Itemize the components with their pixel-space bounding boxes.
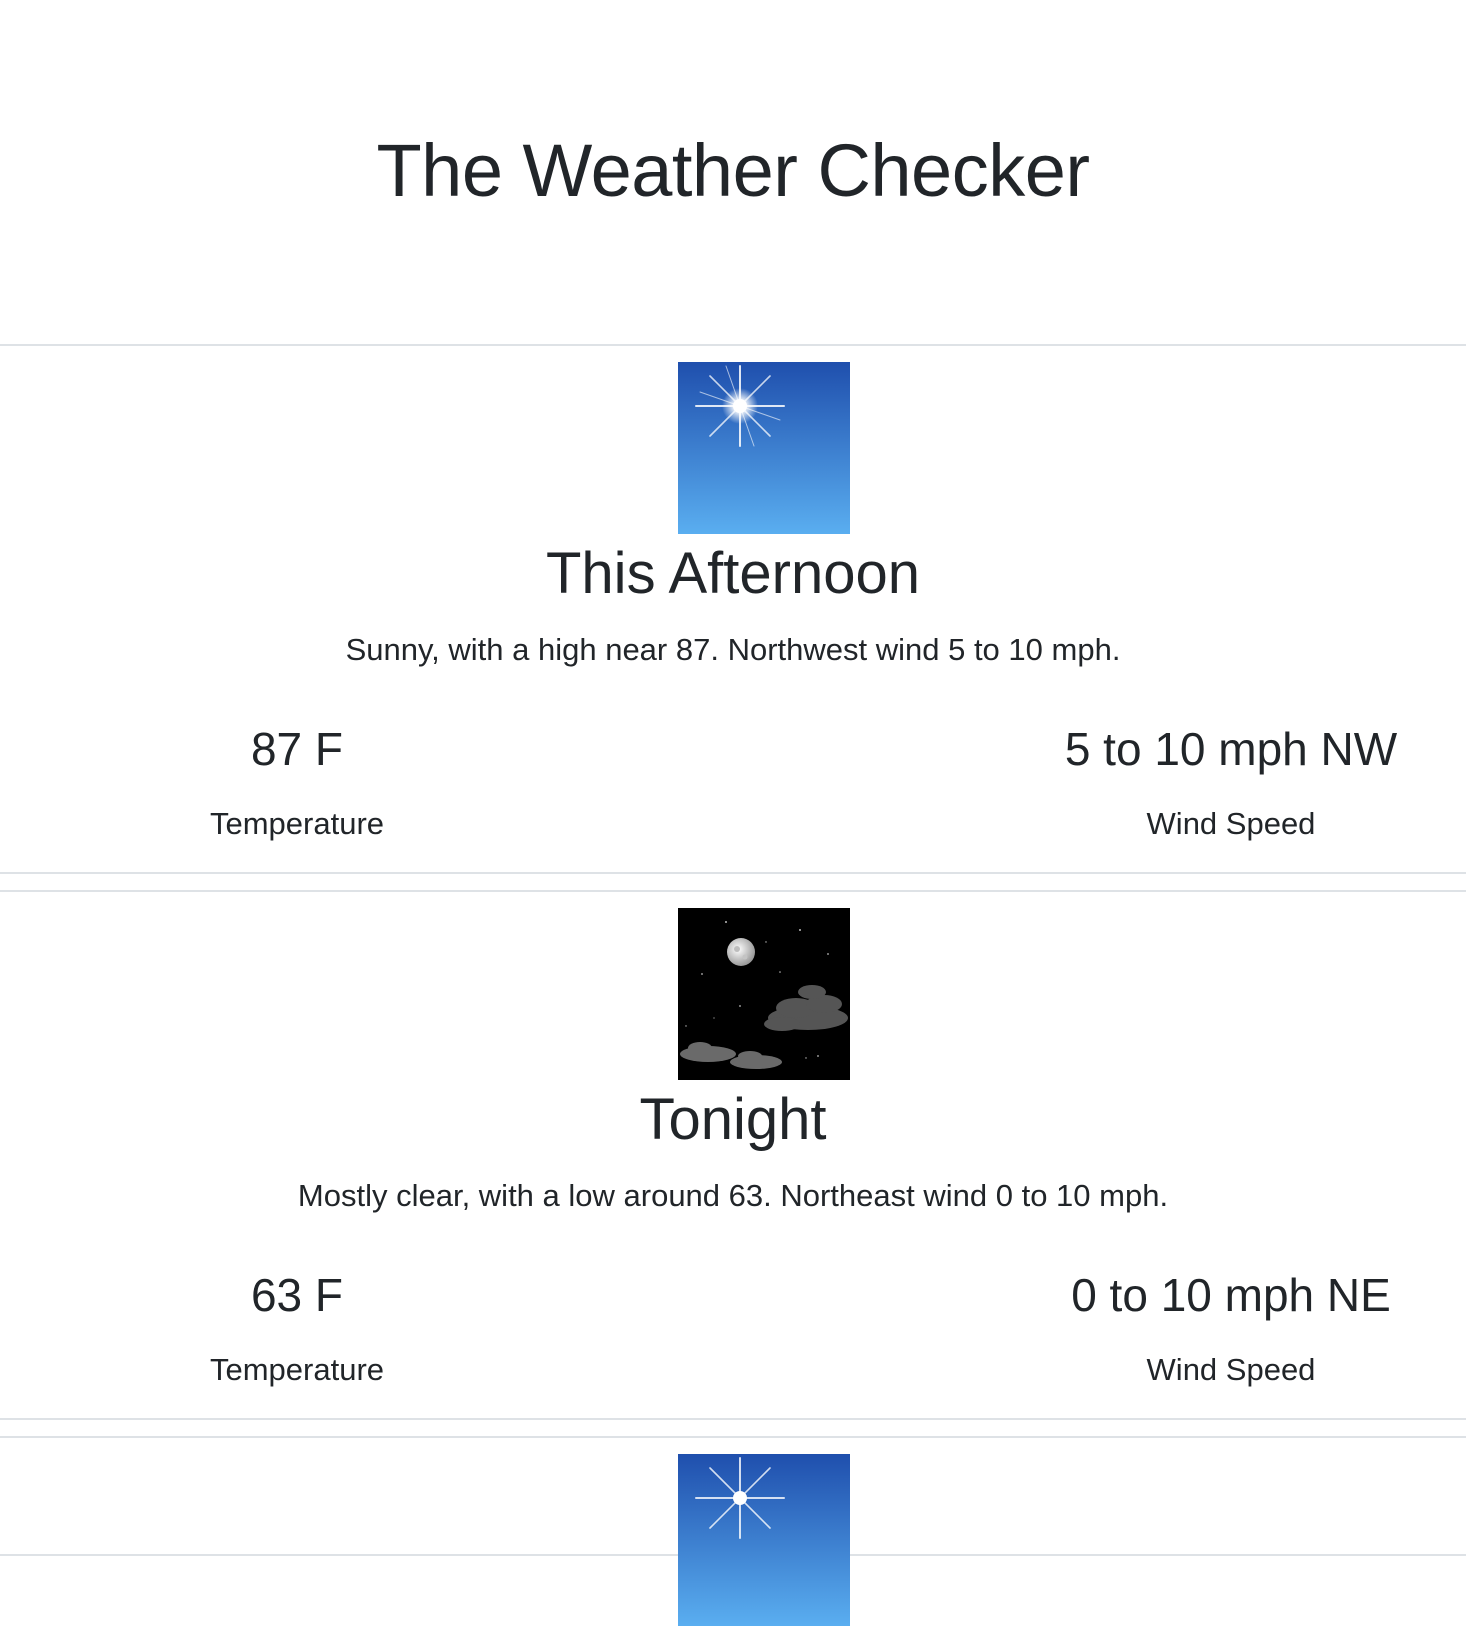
page-title: The Weather Checker (376, 129, 1090, 212)
forecast-card: Tonight Mostly clear, with a low around … (0, 890, 1466, 1420)
temperature-stat: 63 F Temperature (117, 1266, 477, 1390)
wind-stat: 5 to 10 mph NW Wind Speed (1016, 720, 1446, 844)
temperature-value: 63 F (250, 1269, 344, 1321)
wind-label: Wind Speed (1146, 1352, 1316, 1387)
wind-value: 5 to 10 mph NW (1064, 723, 1398, 775)
temperature-stat: 87 F Temperature (117, 720, 477, 844)
forecast-description: Mostly clear, with a low around 63. Nort… (297, 1178, 1169, 1213)
period-name: Tonight (639, 1087, 827, 1152)
wind-value: 0 to 10 mph NE (1071, 1269, 1391, 1321)
forecast-description: Sunny, with a high near 87. Northwest wi… (345, 632, 1121, 667)
clear-night-icon (678, 908, 850, 1080)
temperature-value: 87 F (250, 723, 344, 775)
sunny-day-icon (678, 362, 850, 534)
temperature-label: Temperature (209, 806, 385, 841)
forecast-card: This Afternoon Sunny, with a high near 8… (0, 344, 1466, 874)
forecast-card (0, 1436, 1466, 1626)
wind-label: Wind Speed (1146, 806, 1316, 841)
sunny-day-icon (678, 1454, 850, 1626)
temperature-label: Temperature (209, 1352, 385, 1387)
wind-stat: 0 to 10 mph NE Wind Speed (1016, 1266, 1446, 1390)
period-name: This Afternoon (546, 541, 920, 606)
